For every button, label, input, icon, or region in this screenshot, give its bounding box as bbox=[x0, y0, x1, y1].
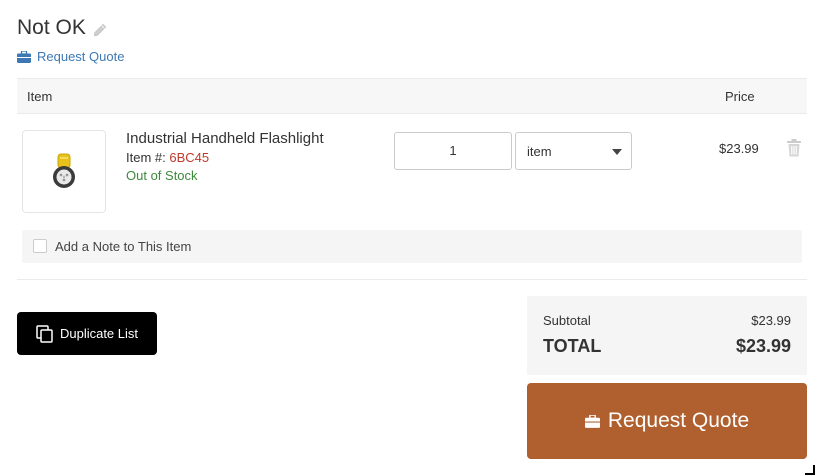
order-summary: Subtotal $23.99 TOTAL $23.99 bbox=[527, 296, 807, 375]
column-header-item: Item bbox=[27, 89, 53, 104]
list-title-row: Not OK bbox=[17, 14, 124, 42]
quantity-input[interactable]: 1 bbox=[394, 132, 512, 170]
flashlight-image bbox=[53, 153, 75, 188]
unit-select[interactable]: item bbox=[515, 132, 632, 170]
duplicate-list-label: Duplicate List bbox=[59, 326, 139, 341]
total-label: TOTAL bbox=[543, 336, 602, 356]
trash-icon[interactable] bbox=[786, 139, 802, 157]
sku-label: Item #: bbox=[126, 150, 166, 165]
table-header: Item Price bbox=[17, 78, 807, 114]
unit-select-value: item bbox=[527, 144, 552, 159]
request-quote-button-label: Request Quote bbox=[607, 409, 750, 432]
list-item: Industrial Handheld Flashlight Item #: 6… bbox=[17, 114, 807, 280]
request-quote-link-label: Request Quote bbox=[37, 49, 125, 64]
duplicate-list-button[interactable]: Duplicate List bbox=[17, 312, 157, 355]
copy-icon bbox=[36, 324, 53, 343]
stock-status: Out of Stock bbox=[126, 168, 198, 183]
subtotal-value: $23.99 bbox=[751, 313, 791, 328]
total-value: $23.99 bbox=[735, 336, 791, 356]
briefcase-icon bbox=[17, 50, 31, 63]
item-price: $23.99 bbox=[719, 141, 759, 156]
list-title: Not OK bbox=[17, 16, 86, 39]
note-checkbox[interactable] bbox=[33, 239, 47, 253]
resize-handle[interactable] bbox=[805, 465, 815, 475]
note-checkbox-label[interactable]: Add a Note to This Item bbox=[55, 239, 191, 254]
request-quote-button[interactable]: Request Quote bbox=[527, 383, 807, 459]
subtotal-label: Subtotal bbox=[543, 313, 591, 328]
briefcase-icon bbox=[584, 414, 600, 428]
product-sku: Item #: 6BC45 bbox=[126, 150, 209, 165]
caret-down-icon bbox=[612, 149, 622, 155]
item-note-bar[interactable]: Add a Note to This Item bbox=[22, 230, 802, 263]
sku-value: 6BC45 bbox=[169, 150, 210, 165]
list-header: Not OK Request Quote bbox=[17, 14, 124, 64]
pencil-icon[interactable] bbox=[93, 23, 107, 37]
request-quote-link[interactable]: Request Quote bbox=[17, 49, 124, 64]
product-thumbnail[interactable] bbox=[22, 130, 106, 213]
column-header-price: Price bbox=[725, 89, 755, 104]
product-name-link[interactable]: Industrial Handheld Flashlight bbox=[126, 130, 324, 147]
